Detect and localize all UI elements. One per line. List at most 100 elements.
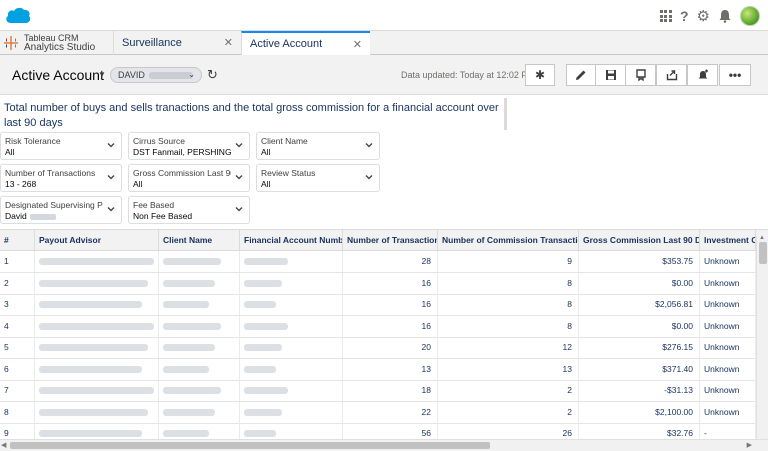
cirrus-source-filter[interactable]: Cirrus Source DST Fanmail, PERSHING xyxy=(128,132,250,160)
table-row[interactable]: 2 16 8 $0.00 Unknown xyxy=(0,272,756,295)
table-row[interactable]: 4 16 8 $0.00 Unknown xyxy=(0,315,756,338)
redacted-text xyxy=(163,365,209,373)
redacted-text xyxy=(163,322,221,330)
table-row[interactable]: 1 28 9 $353.75 Unknown xyxy=(0,251,756,273)
redacted-text xyxy=(39,430,142,438)
chevron-down-icon xyxy=(107,175,115,180)
redacted-text xyxy=(163,279,215,287)
review-status-filter[interactable]: Review Status All xyxy=(256,164,380,192)
cell-payout-advisor xyxy=(35,294,159,315)
save-button[interactable] xyxy=(595,64,626,86)
cell-gross-commission: $0.00 xyxy=(579,272,700,294)
refresh-icon[interactable]: ↻ xyxy=(207,67,218,83)
vertical-scrollbar[interactable]: ▲ xyxy=(756,235,768,439)
salesforce-cloud-icon[interactable] xyxy=(4,6,32,25)
column-header-index[interactable]: # xyxy=(0,230,35,251)
app-launcher-icon[interactable] xyxy=(659,10,672,22)
chevron-down-icon xyxy=(107,207,115,212)
gross-commission-filter[interactable]: Gross Commission Last 90 Days All xyxy=(128,164,250,192)
cell-gross-commission: -$31.13 xyxy=(579,380,700,401)
cell-row-index: 5 xyxy=(0,337,35,358)
redacted-text xyxy=(163,387,221,395)
scroll-left-icon[interactable]: ◀ xyxy=(1,440,6,451)
column-header-account-number[interactable]: Financial Account Number xyxy=(240,230,343,251)
caret-down-icon[interactable]: ▼ xyxy=(98,70,106,79)
redacted-text xyxy=(244,408,282,416)
redacted-text xyxy=(244,365,276,373)
cell-number-of-transactions: 16 xyxy=(343,294,438,315)
number-of-transactions-filter[interactable]: Number of Transactions 13 - 268 xyxy=(0,164,122,192)
risk-tolerance-filter[interactable]: Risk Tolerance All xyxy=(0,132,122,160)
designated-supervising-filter[interactable]: Designated Supervising Pri... David xyxy=(0,196,122,224)
redacted-text xyxy=(39,365,142,373)
cell-investment-objective: Unknown xyxy=(700,337,756,358)
app-name-tab[interactable]: Tableau CRM Analytics Studio xyxy=(0,31,110,55)
help-icon[interactable]: ? xyxy=(680,8,689,24)
cell-gross-commission: $2,100.00 xyxy=(579,401,700,423)
redacted-text xyxy=(244,387,288,395)
redacted-text xyxy=(163,408,215,416)
redacted-text xyxy=(244,344,282,352)
client-name-filter[interactable]: Client Name All xyxy=(256,132,380,160)
table-row[interactable]: 5 20 12 $276.15 Unknown xyxy=(0,337,756,359)
notification-button[interactable] xyxy=(687,64,718,86)
horizontal-scrollbar[interactable]: ◀ ▶ xyxy=(0,439,768,451)
cell-number-of-transactions: 22 xyxy=(343,401,438,423)
redacted-text xyxy=(244,430,276,438)
bell-icon[interactable] xyxy=(718,9,732,23)
bookmark-button[interactable] xyxy=(625,64,656,86)
share-button[interactable] xyxy=(656,64,687,86)
cell-gross-commission: $276.15 xyxy=(579,337,700,358)
close-icon[interactable]: ✕ xyxy=(353,38,362,51)
table-row[interactable]: 3 16 8 $2,056.81 Unknown xyxy=(0,294,756,316)
redacted-text xyxy=(39,387,154,395)
cell-row-index: 7 xyxy=(0,380,35,401)
cell-number-of-transactions: 16 xyxy=(343,315,438,337)
cell-client-name xyxy=(159,337,240,358)
column-header-payout-advisor[interactable]: Payout Advisor xyxy=(35,230,159,251)
close-icon[interactable]: ✕ xyxy=(224,36,233,49)
table-header: # Payout Advisor Client Name Financial A… xyxy=(0,229,768,251)
scrollbar-thumb[interactable] xyxy=(759,242,767,264)
column-header-number-of-transactions[interactable]: Number of Transactions xyxy=(343,230,438,251)
tab-bar: Tableau CRM Analytics Studio Surveillanc… xyxy=(0,31,768,55)
cell-payout-advisor xyxy=(35,380,159,401)
column-header-gross-commission[interactable]: Gross Commission Last 90 Days xyxy=(579,230,700,251)
chevron-down-icon xyxy=(235,143,243,148)
cell-row-index: 2 xyxy=(0,272,35,294)
chevron-down-icon xyxy=(365,143,373,148)
cell-row-index: 4 xyxy=(0,315,35,337)
app-name: Tableau CRM Analytics Studio xyxy=(24,33,96,53)
cell-financial-account-number xyxy=(240,358,343,380)
cell-financial-account-number xyxy=(240,294,343,315)
cell-client-name xyxy=(159,272,240,294)
column-header-commission-transactions[interactable]: Number of Commission Transactions xyxy=(438,230,579,251)
tab-surveillance[interactable]: Surveillance ✕ xyxy=(113,31,241,55)
edit-button[interactable] xyxy=(566,64,596,86)
column-header-investment-objective[interactable]: Investment Ob xyxy=(700,230,756,251)
table-row[interactable]: 6 13 13 $371.40 Unknown xyxy=(0,358,756,381)
more-button[interactable]: ••• xyxy=(719,64,751,86)
cell-number-of-commission-transactions: 2 xyxy=(438,380,579,401)
cell-number-of-transactions: 16 xyxy=(343,272,438,294)
table-row[interactable]: 7 18 2 -$31.13 Unknown xyxy=(0,380,756,402)
scrollbar-thumb[interactable] xyxy=(10,442,490,449)
cell-row-index: 1 xyxy=(0,251,35,272)
tab-active-account[interactable]: Active Account ✕ xyxy=(241,31,370,55)
gear-icon[interactable]: ⚙ xyxy=(697,9,710,24)
cell-payout-advisor xyxy=(35,358,159,380)
dashboard-description: Total number of buys and sells tranactio… xyxy=(0,98,507,130)
scroll-up-icon[interactable]: ▲ xyxy=(759,235,765,241)
table-row[interactable]: 8 22 2 $2,100.00 Unknown xyxy=(0,401,756,424)
cell-investment-objective: Unknown xyxy=(700,294,756,315)
cell-financial-account-number xyxy=(240,315,343,337)
asterisk-button[interactable]: ✱ xyxy=(525,64,555,86)
scroll-right-icon[interactable]: ▶ xyxy=(747,440,752,451)
fee-based-filter[interactable]: Fee Based Non Fee Based xyxy=(128,196,250,224)
chevron-down-icon xyxy=(365,175,373,180)
user-filter-pill[interactable]: DAVID ⌄ xyxy=(110,67,202,83)
notification-icon xyxy=(698,69,708,79)
column-header-client-name[interactable]: Client Name xyxy=(159,230,240,251)
data-updated-text: Data updated: Today at 12:02 PM xyxy=(401,70,535,80)
avatar[interactable] xyxy=(740,6,760,26)
